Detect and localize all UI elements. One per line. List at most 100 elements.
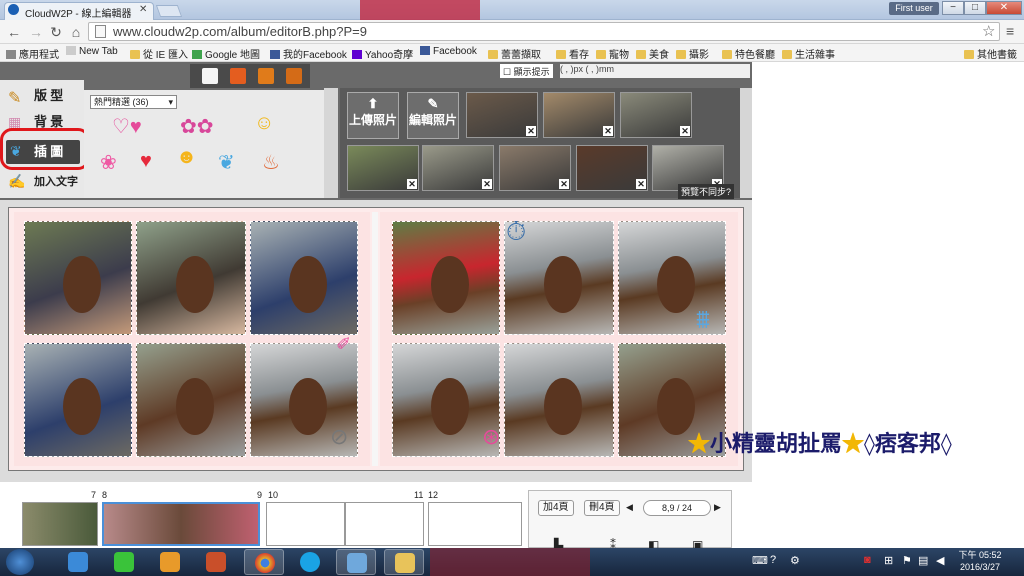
spread-thumbnail-8-9[interactable] [102, 502, 260, 546]
remove-photo-icon[interactable]: ✕ [407, 179, 417, 189]
remove-photo-icon[interactable]: ✕ [526, 126, 536, 136]
bookmark-item[interactable]: New Tab [66, 46, 118, 57]
bookmark-item[interactable]: 生活雜事 [782, 46, 835, 61]
bookmark-item[interactable]: 寵物 [596, 46, 629, 61]
add-pages-button[interactable]: 加4頁 [538, 500, 574, 516]
browser-menu-icon[interactable]: ≡ [1006, 23, 1014, 39]
url-field[interactable]: www.cloudw2p.com/album/editorB.php?P=9 [88, 22, 1000, 41]
start-button[interactable] [6, 549, 34, 575]
taskbar-line[interactable] [104, 549, 144, 575]
sticker-heart[interactable]: ♥ [140, 150, 152, 173]
reload-icon[interactable]: ↻ [48, 24, 64, 40]
photo-thumbnail[interactable]: ✕ [620, 92, 692, 138]
browser-tab[interactable]: CloudW2P - 線上編輯器 [4, 2, 154, 20]
remove-photo-icon[interactable]: ✕ [482, 179, 492, 189]
bookmark-item[interactable]: 攝影 [676, 46, 709, 61]
tray-windows-icon[interactable]: ⊞ [884, 554, 893, 567]
home-icon[interactable]: ⌂ [68, 24, 84, 40]
spread-thumbnail-6-7[interactable] [22, 502, 98, 546]
sticker-category-select[interactable]: 熱門精選 (36) ▾ [90, 95, 177, 109]
photo-thumbnail[interactable]: ✕ [347, 145, 419, 191]
bookmark-item[interactable]: 美食 [636, 46, 669, 61]
forward-arrow-icon[interactable]: → [28, 24, 44, 40]
sticker-shoes[interactable]: ⩩ [696, 304, 710, 336]
tray-gear-icon[interactable]: ⚙ [790, 554, 800, 567]
page-info-icon[interactable] [95, 25, 106, 38]
sticker-bra[interactable]: ⊛ [482, 424, 500, 450]
bookmark-item[interactable]: 我的Facebook [270, 46, 347, 61]
sticker-heart-ball[interactable]: ❀ [100, 150, 117, 175]
photo-thumbnail[interactable]: ✕ [422, 145, 494, 191]
next-page-icon[interactable]: ▶ [714, 502, 721, 513]
sticker-mirror[interactable]: ⊘ [330, 424, 348, 450]
tray-help-icon[interactable]: ? [770, 554, 776, 566]
sync-tip[interactable]: 預覽不同步? [678, 184, 735, 199]
bookmark-item[interactable]: 特色餐廳 [722, 46, 775, 61]
tray-network-icon[interactable]: ▤ [918, 554, 928, 567]
photo-thumbnail[interactable]: ✕ [466, 92, 538, 138]
album-photo[interactable] [136, 343, 246, 457]
settings-gear-icon[interactable] [202, 68, 218, 84]
sticker-scrollbar[interactable] [324, 88, 338, 198]
taskbar-store[interactable] [196, 549, 236, 575]
bookmark-star-icon[interactable]: ☆ [982, 22, 995, 40]
spread-thumbnail-12[interactable] [428, 502, 522, 546]
taskbar-chrome[interactable] [244, 549, 284, 575]
sticker-birds[interactable]: ❦ [218, 150, 235, 175]
album-photo[interactable] [392, 221, 500, 335]
sticker-cake[interactable]: ♨ [262, 150, 280, 175]
taskbar-ie[interactable] [58, 549, 98, 575]
tray-keyboard-icon[interactable]: ⌨ [752, 554, 768, 567]
upload-photo-button[interactable]: ⬆ 上傳照片 [347, 92, 399, 139]
edit-photo-button[interactable]: ✎ 編輯照片 [407, 92, 459, 139]
spread-thumbnail-10-11[interactable] [266, 502, 424, 546]
taskbar-skype[interactable] [290, 549, 330, 575]
tray-flag-icon[interactable]: ⚑ [902, 554, 912, 567]
remove-photo-icon[interactable]: ✕ [603, 126, 613, 136]
new-tab-button[interactable] [155, 5, 183, 17]
tray-volume-icon[interactable]: ◀ [936, 554, 944, 567]
bookmark-item[interactable]: Yahoo奇摩 [352, 46, 413, 61]
album-photo[interactable] [250, 221, 358, 335]
sticker-garland[interactable]: ✿✿ [180, 114, 214, 139]
prev-page-icon[interactable]: ◀ [626, 502, 633, 513]
tab-close-icon[interactable]: ✕ [139, 4, 147, 15]
album-photo[interactable] [24, 343, 132, 457]
bookmark-item[interactable]: 看存 [556, 46, 589, 61]
minimize-button[interactable]: − [942, 1, 964, 15]
photo-thumbnail[interactable]: ✕ [499, 145, 571, 191]
bookmark-item[interactable]: Facebook [420, 46, 477, 57]
taskbar-explorer[interactable] [384, 549, 424, 575]
sticker-smiley[interactable]: ☺ [254, 112, 274, 135]
sticker-clock[interactable]: ⏱ [506, 216, 526, 248]
taskbar-paint[interactable] [336, 549, 376, 575]
photo-thumbnail[interactable]: ✕ [576, 145, 648, 191]
bookmark-item[interactable]: Google 地圖 [192, 46, 260, 61]
taskbar-clock[interactable]: 下午 05:52 2016/3/27 [950, 549, 1010, 573]
remove-photo-icon[interactable]: ✕ [636, 179, 646, 189]
profile-badge[interactable]: First user [889, 2, 939, 15]
photo-thumbnail[interactable]: ✕ [543, 92, 615, 138]
image-icon[interactable] [286, 68, 302, 84]
bookmark-item[interactable]: 應用程式 [6, 46, 59, 61]
delete-pages-button[interactable]: 刪4頁 [584, 500, 620, 516]
sticker-lipstick[interactable]: ✐ [336, 334, 351, 355]
bookmark-item[interactable]: 蕾蕾擷取 [488, 46, 541, 61]
album-photo[interactable] [24, 221, 132, 335]
layout-grid-icon[interactable] [230, 68, 246, 84]
album-photo[interactable] [136, 221, 246, 335]
album-photo[interactable] [504, 343, 614, 457]
show-hint-checkbox[interactable]: ☐ 顯示提示 [500, 64, 553, 78]
remove-photo-icon[interactable]: ✕ [680, 126, 690, 136]
bookmark-item[interactable]: 從 IE 匯入 [130, 46, 188, 61]
sticker-love[interactable]: ♡♥ [112, 114, 142, 139]
back-arrow-icon[interactable]: ← [6, 24, 22, 40]
tray-app-icon[interactable]: ◙ [864, 554, 871, 566]
close-window-button[interactable]: ✕ [986, 1, 1022, 15]
taskbar-media[interactable] [150, 549, 190, 575]
book-icon[interactable] [258, 68, 274, 84]
maximize-button[interactable]: □ [964, 1, 986, 15]
sticker-chick[interactable]: ☻ [176, 146, 197, 169]
bookmark-item[interactable]: 其他書籤 [964, 46, 1017, 61]
remove-photo-icon[interactable]: ✕ [559, 179, 569, 189]
